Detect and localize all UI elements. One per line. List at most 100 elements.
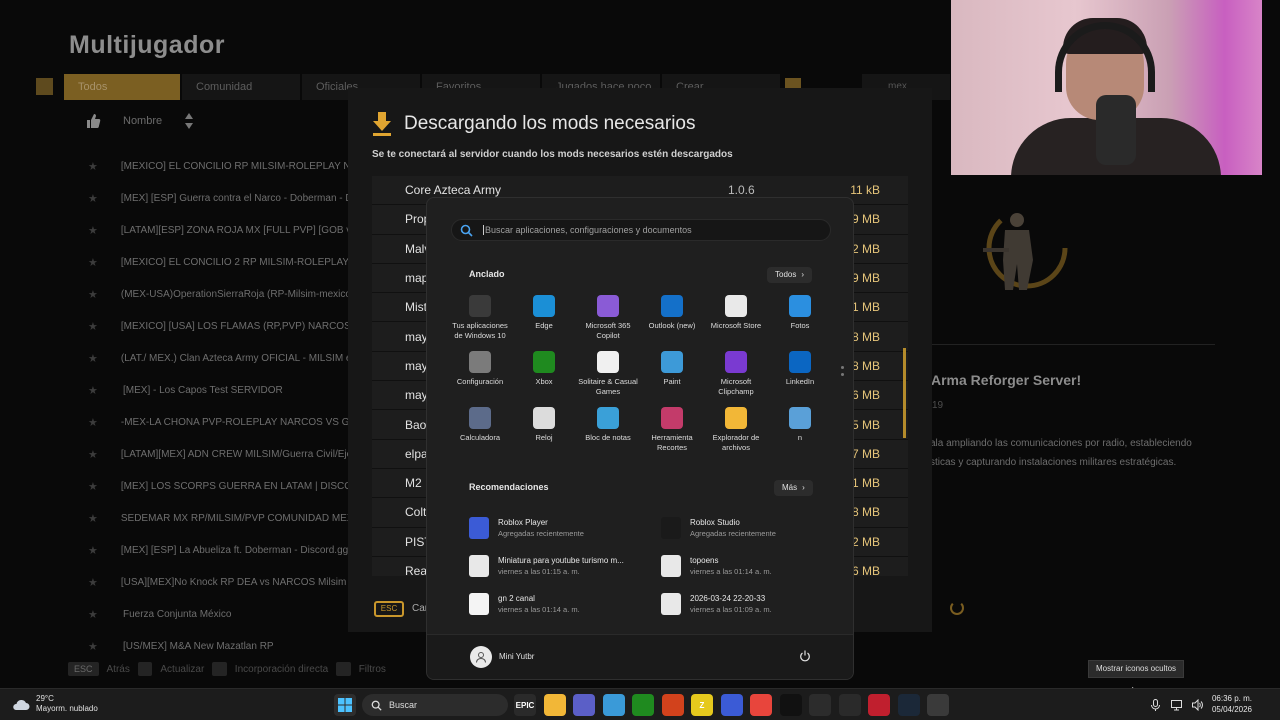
star-icon[interactable]: ★ <box>88 160 98 173</box>
pinned-app[interactable]: Microsoft 365 Copilot <box>576 295 640 351</box>
tab-todos[interactable]: Todos <box>64 74 180 100</box>
direct-join-action[interactable]: Incorporación directa <box>235 664 328 675</box>
sort-icon[interactable] <box>184 112 194 130</box>
pinned-app-label: n <box>797 433 803 442</box>
star-icon[interactable]: ★ <box>88 544 98 557</box>
pinned-app[interactable]: Calculadora <box>448 407 512 463</box>
star-icon[interactable]: ★ <box>88 192 98 205</box>
server-row[interactable]: ★ Fuerza Conjunta México <box>88 598 350 630</box>
server-row[interactable]: ★ [LATAM][MEX] ADN CREW MILSIM/Guerra Civ… <box>88 438 350 470</box>
recommended-item[interactable]: gn 2 canal viernes a las 01:14 a. m. <box>469 585 661 623</box>
tab-comunidad[interactable]: Comunidad <box>182 74 300 100</box>
pinned-app[interactable]: n <box>768 407 832 463</box>
server-row[interactable]: ★ [MEXICO] EL CONCILIO RP MILSIM-ROLEPLAY… <box>88 150 350 182</box>
microphone-icon[interactable] <box>1150 698 1161 711</box>
volume-icon[interactable] <box>1192 698 1203 712</box>
obs-icon[interactable] <box>838 694 861 716</box>
teams-icon[interactable] <box>573 694 595 716</box>
pinned-app[interactable]: Outlook (new) <box>640 295 704 351</box>
server-row[interactable]: ★ (MEX-USA)OperationSierraRoja (RP-Milsim… <box>88 278 350 310</box>
esc-key-button[interactable]: ESC <box>374 601 404 617</box>
star-icon[interactable]: ★ <box>88 384 100 397</box>
thumbs-up-icon[interactable] <box>85 113 101 129</box>
start-button[interactable] <box>334 694 356 716</box>
star-icon[interactable]: ★ <box>88 320 98 333</box>
star-icon[interactable]: ★ <box>88 480 98 493</box>
chrome-icon[interactable] <box>750 694 772 716</box>
refresh-action[interactable]: Actualizar <box>160 664 204 675</box>
recommended-item[interactable]: Roblox Studio Agregadas recientemente <box>661 509 821 547</box>
avatar[interactable] <box>470 646 492 668</box>
star-icon[interactable]: ★ <box>88 512 98 525</box>
taskbar-search[interactable]: Buscar <box>362 694 508 716</box>
recommended-item[interactable]: Miniatura para youtube turismo m... viern… <box>469 547 661 585</box>
pinned-app[interactable]: Explorador de archivos <box>704 407 768 463</box>
pinned-app[interactable]: Microsoft Store <box>704 295 768 351</box>
server-row[interactable]: ★ [LATAM][ESP] ZONA ROJA MX [FULL PVP] [G… <box>88 214 350 246</box>
start-search-input[interactable]: Buscar aplicaciones, configuraciones y d… <box>451 219 831 241</box>
star-icon[interactable]: ★ <box>88 288 98 301</box>
arma-reforger-icon[interactable] <box>927 694 949 716</box>
pinned-app[interactable]: Tus aplicaciones de Windows 10 <box>448 295 512 351</box>
voicemod-icon[interactable] <box>868 694 890 716</box>
server-row[interactable]: ★ -MEX-LA CHONA PVP-ROLEPLAY NARCOS VS GO… <box>88 406 350 438</box>
network-icon[interactable] <box>1171 698 1182 711</box>
server-row[interactable]: ★ (LAT./ MEX.) Clan Azteca Army OFICIAL -… <box>88 342 350 374</box>
star-icon[interactable]: ★ <box>88 448 98 461</box>
pinned-app[interactable]: Reloj <box>512 407 576 463</box>
column-name-header[interactable]: Nombre <box>123 115 162 127</box>
page-dots[interactable] <box>841 366 844 376</box>
star-icon[interactable]: ★ <box>88 608 100 621</box>
power-icon[interactable] <box>799 650 811 662</box>
capcut-icon[interactable] <box>779 694 802 716</box>
cancel-label[interactable]: Can <box>412 603 426 614</box>
pinned-app[interactable]: Configuración <box>448 351 512 407</box>
pinned-app[interactable]: Fotos <box>768 295 832 351</box>
pinned-app[interactable]: Xbox <box>512 351 576 407</box>
tab-prev-button[interactable] <box>36 78 53 95</box>
game-app-icon[interactable] <box>661 694 684 716</box>
server-row[interactable]: ★ [MEXICO] [USA] LOS FLAMAS (RP,PVP) NARC… <box>88 310 350 342</box>
recommended-item[interactable]: 2026-03-24 22-20-33 viernes a las 01:09 a… <box>661 585 821 623</box>
pinned-app[interactable]: Solitaire & Casual Games <box>576 351 640 407</box>
system-clock[interactable]: 06:36 p. m. 05/04/2026 <box>1206 693 1252 715</box>
xbox-icon[interactable] <box>632 694 654 716</box>
server-row[interactable]: ★ [MEX] - Los Capos Test SERVIDOR <box>88 374 350 406</box>
pinned-app[interactable]: LinkedIn <box>768 351 832 407</box>
server-row[interactable]: ★ [MEXICO] EL CONCILIO 2 RP MILSIM-ROLEPL… <box>88 246 350 278</box>
server-row[interactable]: ★ [MEX] [ESP] La Abueliza ft. Doberman - … <box>88 534 350 566</box>
star-icon[interactable]: ★ <box>88 576 98 589</box>
recommended-item[interactable]: topoens viernes a las 01:14 a. m. <box>661 547 821 585</box>
recommended-item[interactable]: Roblox Player Agregadas recientemente <box>469 509 661 547</box>
z-app-icon[interactable]: Z <box>691 694 713 716</box>
pinned-app[interactable]: Microsoft Clipchamp <box>704 351 768 407</box>
weather-widget[interactable]: 29°C Mayorm. nublado <box>12 694 98 714</box>
pinned-app[interactable]: Edge <box>512 295 576 351</box>
star-icon[interactable]: ★ <box>88 640 100 653</box>
pinned-app[interactable]: Bloc de notas <box>576 407 640 463</box>
epic-games-icon[interactable]: EPIC <box>514 694 536 716</box>
server-row[interactable]: ★ SEDEMAR MX RP/MILSIM/PVP COMUNIDAD MEXI… <box>88 502 350 534</box>
davinci-icon[interactable] <box>809 694 831 716</box>
pinned-app[interactable]: Herramienta Recortes <box>640 407 704 463</box>
more-button[interactable]: Más › <box>774 480 813 496</box>
star-icon[interactable]: ★ <box>88 416 98 429</box>
server-row[interactable]: ★ [US/MEX] M&A New Mazatlan RP <box>88 630 350 662</box>
remote-desktop-icon[interactable] <box>602 694 625 716</box>
file-explorer-icon[interactable] <box>543 694 566 716</box>
server-row[interactable]: ★ [USA][MEX]No Knock RP DEA vs NARCOS Mil… <box>88 566 350 598</box>
windows-icon <box>338 698 352 712</box>
roblox-player-icon[interactable] <box>720 694 743 716</box>
star-icon[interactable]: ★ <box>88 256 98 269</box>
pinned-app[interactable]: Paint <box>640 351 704 407</box>
steam-icon[interactable] <box>897 694 920 716</box>
user-name[interactable]: Mini Yutbr <box>499 652 534 661</box>
star-icon[interactable]: ★ <box>88 352 98 365</box>
filters-action[interactable]: Filtros <box>359 664 386 675</box>
server-row[interactable]: ★ [MEX] LOS SCORPS GUERRA EN LATAM | DISC… <box>88 470 350 502</box>
all-apps-button[interactable]: Todos › <box>767 267 813 283</box>
server-row[interactable]: ★ [MEX] [ESP] Guerra contra el Narco - Do… <box>88 182 350 214</box>
back-action[interactable]: Atrás <box>107 664 130 675</box>
star-icon[interactable]: ★ <box>88 224 98 237</box>
mods-scrollbar[interactable] <box>903 348 906 438</box>
